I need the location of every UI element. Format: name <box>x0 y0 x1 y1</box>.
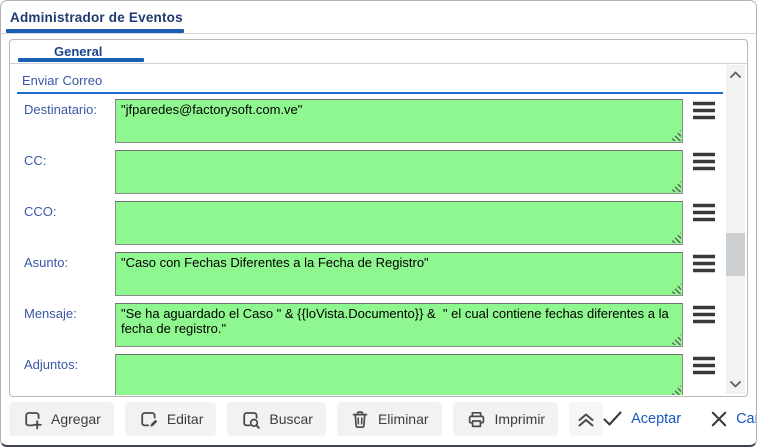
section-rule <box>17 92 723 94</box>
buscar-label: Buscar <box>269 411 313 427</box>
window-title: Administrador de Eventos <box>10 10 183 25</box>
tab-accent-bar <box>18 58 144 62</box>
field-textarea-wrap: "jfparedes@factorysoft.com.ve" <box>115 99 683 143</box>
scroll-up-button[interactable] <box>726 66 745 83</box>
eliminar-button[interactable]: Eliminar <box>336 402 442 436</box>
event-manager-window: Administrador de Eventos General Enviar … <box>0 0 757 447</box>
field-row-cco: CCO: <box>15 201 723 245</box>
edit-square-icon <box>141 411 158 427</box>
cco-textarea[interactable] <box>115 201 683 245</box>
asunto-expression-button[interactable] <box>693 254 715 273</box>
chevron-down-icon <box>730 381 741 388</box>
menu-lines-icon <box>693 305 715 324</box>
search-square-icon <box>243 411 261 429</box>
mensaje-textarea[interactable]: "Se ha aguardado el Caso " & {{loVista.D… <box>115 303 683 347</box>
destinatario-expression-button[interactable] <box>693 101 715 120</box>
tab-bar: General <box>10 40 747 64</box>
header-rule <box>1 29 756 34</box>
general-panel: General Enviar Correo Destinatario: "jfp… <box>9 39 748 397</box>
scroll-down-button[interactable] <box>726 376 745 393</box>
editar-button[interactable]: Editar <box>124 402 217 436</box>
menu-lines-icon <box>693 254 715 273</box>
agregar-button[interactable]: Agregar <box>9 402 114 436</box>
menu-lines-icon <box>693 203 715 222</box>
cc-expression-button[interactable] <box>693 152 715 171</box>
cc-textarea[interactable] <box>115 150 683 194</box>
buscar-button[interactable]: Buscar <box>227 402 326 436</box>
title-accent-bar <box>6 29 184 33</box>
field-textarea-wrap: "Se ha aguardado el Caso " & {{loVista.D… <box>115 303 683 347</box>
section-title: Enviar Correo <box>22 73 103 88</box>
eliminar-label: Eliminar <box>377 411 429 427</box>
cco-expression-button[interactable] <box>693 203 715 222</box>
field-label: Mensaje: <box>24 306 77 321</box>
cancelar-button[interactable]: Cancelar <box>711 411 756 427</box>
field-row-mensaje: Mensaje: "Se ha aguardado el Caso " & {{… <box>15 303 723 347</box>
field-label: Destinatario: <box>24 102 97 117</box>
aceptar-label: Aceptar <box>631 411 682 427</box>
menu-lines-icon <box>693 356 715 375</box>
add-square-icon <box>25 411 42 429</box>
collapse-toolbar-button[interactable] <box>569 402 604 436</box>
scrollbar-thumb[interactable] <box>726 233 745 276</box>
form-content: Enviar Correo Destinatario: "jfparedes@f… <box>10 65 723 395</box>
trash-icon <box>352 410 368 428</box>
menu-lines-icon <box>693 101 715 120</box>
menu-lines-icon <box>693 152 715 171</box>
editar-label: Editar <box>166 411 204 427</box>
field-row-destinatario: Destinatario: "jfparedes@factorysoft.com… <box>15 99 723 143</box>
tab-general[interactable]: General <box>54 44 102 59</box>
mensaje-expression-button[interactable] <box>693 305 715 324</box>
field-label: Asunto: <box>24 255 69 270</box>
destinatario-textarea[interactable]: "jfparedes@factorysoft.com.ve" <box>115 99 683 143</box>
imprimir-button[interactable]: Imprimir <box>452 402 559 436</box>
field-textarea-wrap <box>115 201 683 245</box>
field-label: Adjuntos: <box>24 357 79 372</box>
field-row-asunto: Asunto: "Caso con Fechas Diferentes a la… <box>15 252 723 296</box>
field-textarea-wrap <box>115 150 683 194</box>
header-divider <box>1 33 756 34</box>
printer-icon <box>468 411 484 427</box>
field-rows: Destinatario: "jfparedes@factorysoft.com… <box>15 99 723 395</box>
field-textarea-wrap: "Caso con Fechas Diferentes a la Fecha d… <box>115 252 683 296</box>
field-label: CC: <box>24 153 47 168</box>
imprimir-label: Imprimir <box>494 411 546 427</box>
aceptar-button[interactable]: Aceptar <box>603 411 681 427</box>
chevron-up-icon <box>730 71 741 78</box>
field-row-adjuntos: Adjuntos: <box>15 354 723 395</box>
field-textarea-wrap <box>115 354 683 395</box>
bottom-toolbar: Agregar Editar Buscar Eliminar Imprimir … <box>1 396 756 445</box>
asunto-textarea[interactable]: "Caso con Fechas Diferentes a la Fecha d… <box>115 252 683 296</box>
x-mark-icon <box>711 411 727 427</box>
adjuntos-expression-button[interactable] <box>693 356 715 375</box>
field-row-cc: CC: <box>15 150 723 194</box>
adjuntos-textarea[interactable] <box>115 354 683 395</box>
vertical-scrollbar[interactable] <box>726 65 745 394</box>
cancelar-label: Cancelar <box>736 411 756 427</box>
check-icon <box>603 411 622 426</box>
double-chevron-up-icon <box>578 413 594 427</box>
field-label: CCO: <box>24 204 57 219</box>
agregar-label: Agregar <box>51 411 101 427</box>
